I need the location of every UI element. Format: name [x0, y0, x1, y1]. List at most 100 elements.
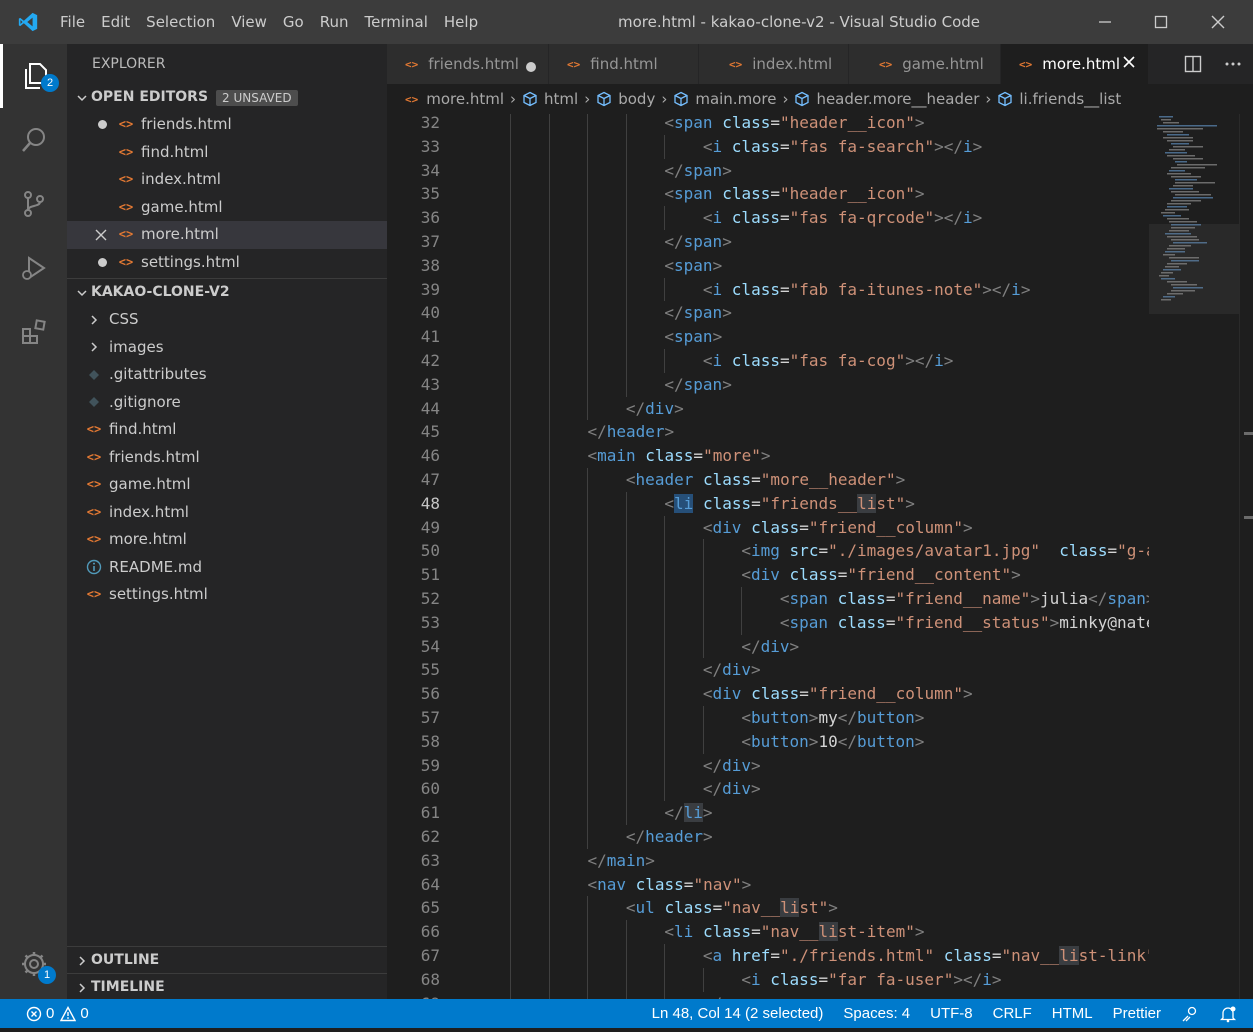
code-line[interactable]: 38 <span>	[387, 253, 1149, 278]
file-item[interactable]: README.md	[67, 554, 387, 582]
code-line[interactable]: 57 <button>my</button>	[387, 706, 1149, 730]
code-line[interactable]: 34 </span>	[387, 158, 1149, 183]
project-header[interactable]: KAKAO-CLONE-V2	[67, 279, 387, 306]
file-item[interactable]: <> index.html	[67, 499, 387, 527]
code-line[interactable]: 35 <span class="header__icon">	[387, 182, 1149, 207]
code-line[interactable]: 66 <li class="nav__list-item">	[387, 920, 1149, 944]
tab-find[interactable]: <> find.html	[549, 44, 699, 84]
code-line[interactable]: 62 </header>	[387, 825, 1149, 849]
code-line[interactable]: 56 <div class="friend__column">	[387, 682, 1149, 706]
menu-run[interactable]: Run	[312, 0, 357, 44]
code-line[interactable]: 40 </span>	[387, 301, 1149, 326]
code-line[interactable]: 64 <nav class="nav">	[387, 872, 1149, 897]
file-item[interactable]: <> find.html	[67, 416, 387, 444]
menu-go[interactable]: Go	[275, 0, 312, 44]
file-item[interactable]: .gitignore	[67, 389, 387, 417]
line-ending[interactable]: CRLF	[983, 999, 1042, 1028]
minimap[interactable]	[1149, 114, 1239, 999]
code-line[interactable]: 68 <i class="far fa-user"></i>	[387, 967, 1149, 992]
code-line[interactable]: 41 <span>	[387, 325, 1149, 349]
open-editor-item[interactable]: <> more.html	[67, 221, 387, 249]
breadcrumb-html[interactable]: html	[522, 90, 578, 108]
code-line[interactable]: 32 <span class="header__icon">	[387, 114, 1149, 135]
code-line[interactable]: 54 </div>	[387, 634, 1149, 659]
code-line[interactable]: 48 <li class="friends__list">	[387, 491, 1149, 516]
extensions-activity[interactable]	[0, 300, 67, 364]
close-window-button[interactable]	[1190, 0, 1246, 44]
code-line[interactable]: 47 <header class="more__header">	[387, 468, 1149, 492]
outline-section[interactable]: OUTLINE	[67, 946, 387, 974]
menu-selection[interactable]: Selection	[138, 0, 223, 44]
vertical-scrollbar[interactable]	[1239, 114, 1253, 999]
code-line[interactable]: 42 <i class="fas fa-cog"></i>	[387, 349, 1149, 373]
cursor-position[interactable]: Ln 48, Col 14 (2 selected)	[642, 999, 834, 1028]
code-line[interactable]: 33 <i class="fas fa-search"></i>	[387, 134, 1149, 159]
open-editor-item[interactable]: <> friends.html	[67, 111, 387, 139]
breadcrumb-li[interactable]: li.friends__list	[997, 90, 1121, 108]
feedback-icon[interactable]	[1171, 999, 1209, 1028]
minimize-button[interactable]	[1077, 0, 1133, 44]
code-line[interactable]: 59 </div>	[387, 753, 1149, 778]
split-editor-icon[interactable]	[1173, 55, 1213, 73]
file-item[interactable]: <> game.html	[67, 471, 387, 499]
run-debug-activity[interactable]	[0, 236, 67, 300]
code-line[interactable]: 63 </main>	[387, 848, 1149, 873]
breadcrumb-body[interactable]: body	[596, 90, 655, 108]
close-tab-icon[interactable]	[1122, 55, 1136, 73]
code-line[interactable]: 51 <div class="friend__content">	[387, 563, 1149, 587]
manage-activity[interactable]: 1	[0, 932, 67, 996]
encoding[interactable]: UTF-8	[920, 999, 983, 1028]
code-line[interactable]: 55 </div>	[387, 658, 1149, 683]
folder-item[interactable]: images	[67, 334, 387, 362]
tab-more[interactable]: <> more.html	[1001, 44, 1149, 84]
file-item[interactable]: <> settings.html	[67, 581, 387, 609]
explorer-activity[interactable]: 2	[0, 44, 67, 108]
code-line[interactable]: 45 </header>	[387, 420, 1149, 445]
code-line[interactable]: 50 <img src="./images/avatar1.jpg" class=…	[387, 539, 1149, 564]
code-line[interactable]: 43 </span>	[387, 372, 1149, 397]
open-editor-item[interactable]: <> find.html	[67, 139, 387, 167]
timeline-section[interactable]: TIMELINE	[67, 973, 387, 1001]
maximize-button[interactable]	[1133, 0, 1189, 44]
breadcrumb-file[interactable]: <> more.html	[405, 90, 504, 108]
problems-status[interactable]: 0 0	[0, 999, 99, 1028]
unsaved-dot-icon[interactable]	[526, 58, 536, 76]
menu-terminal[interactable]: Terminal	[357, 0, 436, 44]
file-item[interactable]: <> friends.html	[67, 444, 387, 472]
code-line[interactable]: 60 </div>	[387, 777, 1149, 802]
open-editor-item[interactable]: <> index.html	[67, 166, 387, 194]
notifications-icon[interactable]	[1209, 999, 1253, 1028]
tab-index[interactable]: <> index.html	[699, 44, 849, 84]
folder-item[interactable]: CSS	[67, 306, 387, 334]
tab-friends[interactable]: <> friends.html	[387, 44, 549, 84]
menu-view[interactable]: View	[223, 0, 275, 44]
close-icon[interactable]	[95, 229, 107, 241]
code-line[interactable]: 58 <button>10</button>	[387, 729, 1149, 754]
code-line[interactable]: 52 <span class="friend__name">julia</span…	[387, 587, 1149, 611]
code-line[interactable]: 61 </li>	[387, 801, 1149, 825]
source-control-activity[interactable]	[0, 172, 67, 236]
breadcrumb-header[interactable]: header.more__header	[794, 90, 979, 108]
open-editor-item[interactable]: <> game.html	[67, 194, 387, 222]
menu-file[interactable]: File	[56, 0, 93, 44]
code-line[interactable]: 53 <span class="friend__status">minky@nat…	[387, 610, 1149, 635]
code-line[interactable]: 65 <ul class="nav__list">	[387, 896, 1149, 921]
file-item[interactable]: .gitattributes	[67, 361, 387, 389]
breadcrumb-main[interactable]: main.more	[673, 90, 776, 108]
open-editor-item[interactable]: <> settings.html	[67, 249, 387, 277]
prettier-status[interactable]: Prettier	[1103, 999, 1171, 1028]
menu-help[interactable]: Help	[436, 0, 486, 44]
tab-game[interactable]: <> game.html	[849, 44, 1001, 84]
code-editor[interactable]: 32 <span class="header__icon"> 33 <i class=…	[387, 114, 1149, 999]
language-mode[interactable]: HTML	[1042, 999, 1103, 1028]
menu-edit[interactable]: Edit	[93, 0, 138, 44]
code-line[interactable]: 49 <div class="friend__column">	[387, 515, 1149, 540]
code-line[interactable]: 37 </span>	[387, 230, 1149, 254]
code-line[interactable]: 39 <i class="fab fa-itunes-note"></i>	[387, 277, 1149, 302]
file-item[interactable]: <> more.html	[67, 526, 387, 554]
code-line[interactable]: 36 <i class="fas fa-qrcode"></i>	[387, 206, 1149, 230]
more-actions-icon[interactable]	[1213, 61, 1253, 67]
code-line[interactable]: 69 </a>	[387, 991, 1149, 999]
code-line[interactable]: 44 </div>	[387, 396, 1149, 421]
code-line[interactable]: 67 <a href="./friends.html" class="nav__l…	[387, 944, 1149, 968]
